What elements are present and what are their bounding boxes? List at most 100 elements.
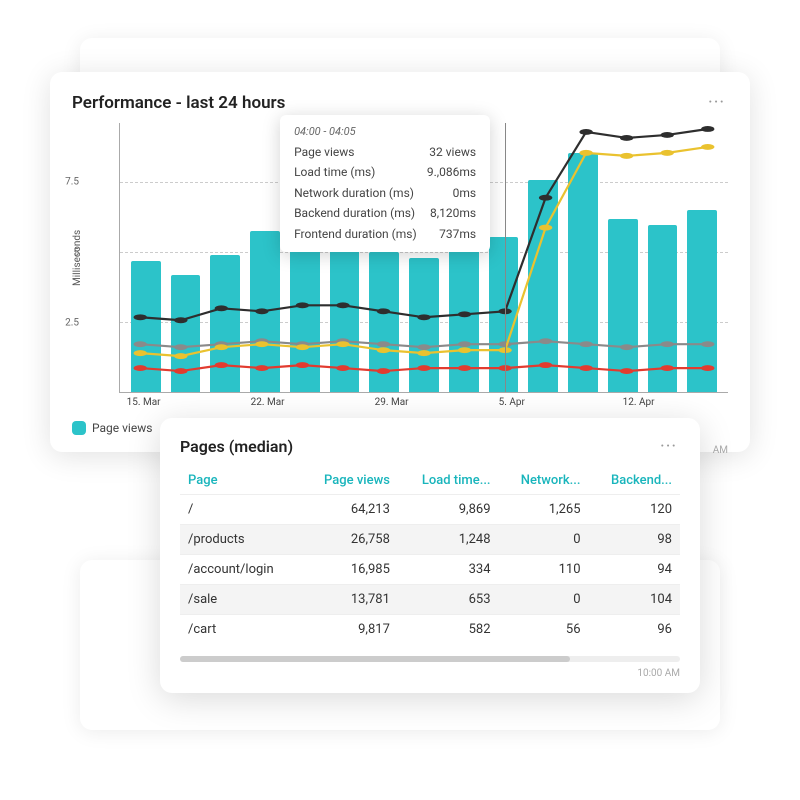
hover-line xyxy=(505,123,506,392)
table-row[interactable]: /cart9,8175825696 xyxy=(180,615,680,645)
chart-tooltip: 04:00 - 04:05 Page views32 viewsLoad tim… xyxy=(280,115,490,252)
table-row[interactable]: /account/login16,98533411094 xyxy=(180,555,680,585)
more-icon[interactable]: ··· xyxy=(708,92,728,113)
data-point[interactable] xyxy=(661,132,674,138)
column-header[interactable]: Network... xyxy=(499,467,589,495)
pages-card: Pages (median) ··· PagePage viewsLoad ti… xyxy=(160,418,700,693)
data-point[interactable] xyxy=(174,344,187,350)
performance-chart[interactable]: Milliseconds 7.5 5 2.5 04:00 - 04:05 Pag… xyxy=(72,123,728,393)
cell: 64,213 xyxy=(301,495,398,525)
data-point[interactable] xyxy=(336,365,349,371)
cell: 0 xyxy=(499,525,589,555)
data-point[interactable] xyxy=(174,317,187,323)
column-header[interactable]: Load time... xyxy=(398,467,499,495)
tooltip-row: Backend duration (ms)8,120ms xyxy=(294,203,476,223)
data-point[interactable] xyxy=(215,305,228,311)
data-point[interactable] xyxy=(539,338,552,344)
data-point[interactable] xyxy=(458,347,471,353)
data-point[interactable] xyxy=(661,365,674,371)
data-point[interactable] xyxy=(579,129,592,135)
data-point[interactable] xyxy=(620,153,633,159)
data-point[interactable] xyxy=(336,341,349,347)
cell: /sale xyxy=(180,585,301,615)
more-icon[interactable]: ··· xyxy=(660,436,680,457)
horizontal-scrollbar[interactable] xyxy=(180,656,680,662)
y-tick: 7.5 xyxy=(49,177,79,188)
data-point[interactable] xyxy=(417,344,430,350)
x-tick: 22. Mar xyxy=(251,397,285,408)
data-point[interactable] xyxy=(620,135,633,141)
cell: 582 xyxy=(398,615,499,645)
performance-card: Performance - last 24 hours ··· Millisec… xyxy=(50,72,750,452)
data-point[interactable] xyxy=(377,347,390,353)
tooltip-row: Load time (ms)9.,086ms xyxy=(294,162,476,182)
cell: 98 xyxy=(589,525,680,555)
data-point[interactable] xyxy=(579,150,592,156)
data-point[interactable] xyxy=(417,314,430,320)
cell: /account/login xyxy=(180,555,301,585)
data-point[interactable] xyxy=(174,353,187,359)
data-point[interactable] xyxy=(255,308,268,314)
data-point[interactable] xyxy=(134,365,147,371)
pages-title: Pages (median) xyxy=(180,437,293,456)
data-point[interactable] xyxy=(458,365,471,371)
data-point[interactable] xyxy=(296,344,309,350)
data-point[interactable] xyxy=(620,344,633,350)
tooltip-time: 04:00 - 04:05 xyxy=(294,125,476,138)
data-point[interactable] xyxy=(539,362,552,368)
scrollbar-thumb[interactable] xyxy=(180,656,570,662)
cell: 0 xyxy=(499,585,589,615)
data-point[interactable] xyxy=(377,308,390,314)
data-point[interactable] xyxy=(661,150,674,156)
cell: / xyxy=(180,495,301,525)
data-point[interactable] xyxy=(579,341,592,347)
data-point[interactable] xyxy=(701,365,714,371)
column-header[interactable]: Backend... xyxy=(589,467,680,495)
column-header[interactable]: Page views xyxy=(301,467,398,495)
data-point[interactable] xyxy=(255,365,268,371)
data-point[interactable] xyxy=(417,350,430,356)
data-point[interactable] xyxy=(620,368,633,374)
cell: 9,869 xyxy=(398,495,499,525)
data-point[interactable] xyxy=(336,302,349,308)
data-point[interactable] xyxy=(134,314,147,320)
data-point[interactable] xyxy=(377,368,390,374)
data-point[interactable] xyxy=(377,341,390,347)
x-tick: 12. Apr xyxy=(623,397,655,408)
card-timestamp: 10:00 AM xyxy=(180,668,680,679)
data-point[interactable] xyxy=(134,341,147,347)
column-header[interactable]: Page xyxy=(180,467,301,495)
table-row[interactable]: /products26,7581,248098 xyxy=(180,525,680,555)
performance-title: Performance - last 24 hours xyxy=(72,93,285,113)
data-point[interactable] xyxy=(215,344,228,350)
pages-table: PagePage viewsLoad time...Network...Back… xyxy=(180,467,680,644)
legend-label: Page views xyxy=(92,421,152,435)
cell: 56 xyxy=(499,615,589,645)
data-point[interactable] xyxy=(458,341,471,347)
data-point[interactable] xyxy=(174,368,187,374)
data-point[interactable] xyxy=(296,302,309,308)
data-point[interactable] xyxy=(579,365,592,371)
cell: 120 xyxy=(589,495,680,525)
tooltip-row: Frontend duration (ms)737ms xyxy=(294,224,476,244)
y-tick: 5 xyxy=(49,247,79,258)
data-point[interactable] xyxy=(296,362,309,368)
data-point[interactable] xyxy=(539,195,552,201)
table-row[interactable]: /64,2139,8691,265120 xyxy=(180,495,680,525)
data-point[interactable] xyxy=(255,341,268,347)
data-point[interactable] xyxy=(134,350,147,356)
cell: 94 xyxy=(589,555,680,585)
data-point[interactable] xyxy=(417,365,430,371)
cell: 653 xyxy=(398,585,499,615)
table-row[interactable]: /sale13,7816530104 xyxy=(180,585,680,615)
data-point[interactable] xyxy=(701,144,714,150)
data-point[interactable] xyxy=(701,126,714,132)
data-point[interactable] xyxy=(701,341,714,347)
x-tick: 29. Mar xyxy=(375,397,409,408)
data-point[interactable] xyxy=(661,341,674,347)
data-point[interactable] xyxy=(215,362,228,368)
legend-swatch xyxy=(72,421,86,435)
data-point[interactable] xyxy=(458,311,471,317)
cell: 96 xyxy=(589,615,680,645)
data-point[interactable] xyxy=(539,225,552,231)
